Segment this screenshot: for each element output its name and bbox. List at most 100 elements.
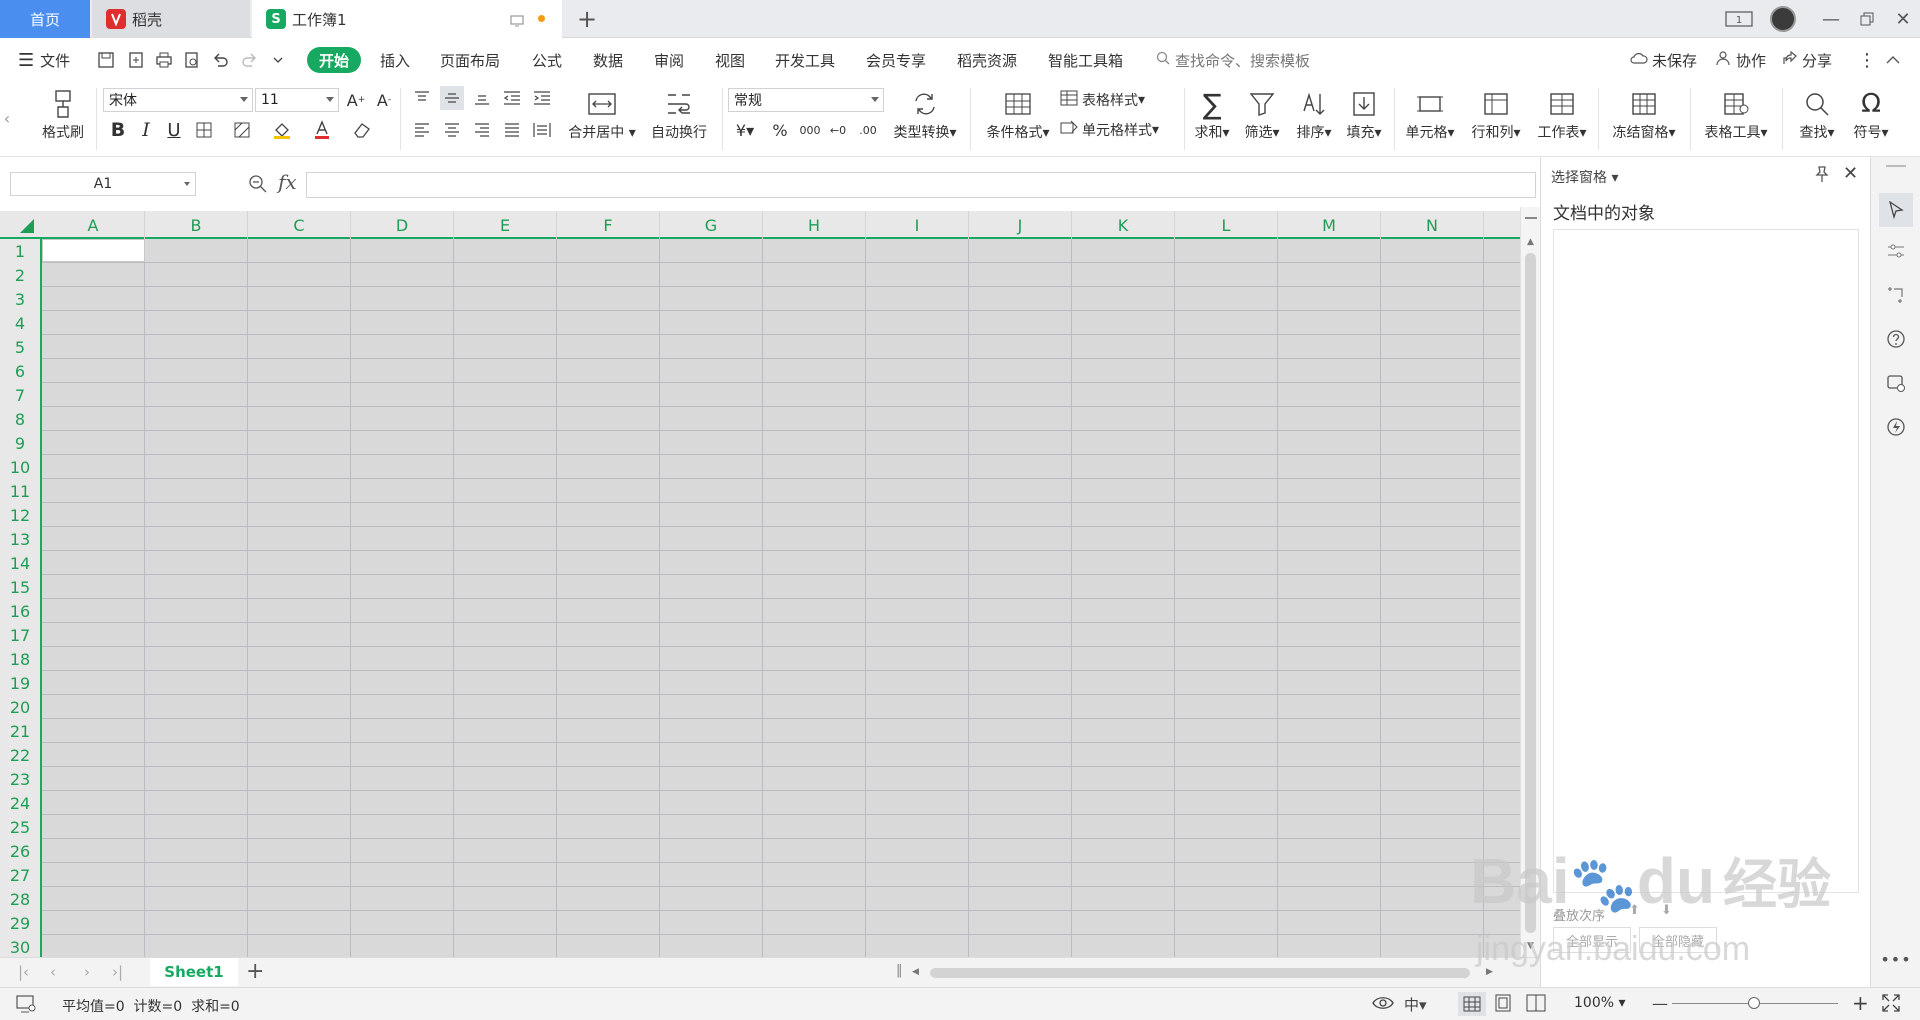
- print-preview-icon[interactable]: [180, 48, 204, 72]
- select-all-corner[interactable]: [0, 211, 42, 239]
- row-header-14[interactable]: 14: [0, 551, 40, 575]
- selection-pane-title[interactable]: 选择窗格 ▾: [1551, 167, 1618, 187]
- currency-icon[interactable]: ¥▾: [730, 118, 760, 142]
- row-header-2[interactable]: 2: [0, 263, 40, 287]
- fullscreen-icon[interactable]: [1882, 994, 1900, 1016]
- font-name-select[interactable]: 宋体: [103, 88, 253, 112]
- layout-switch-icon[interactable]: 1: [1722, 0, 1756, 38]
- normal-view-icon[interactable]: [1458, 992, 1486, 1016]
- column-header-e[interactable]: E: [454, 211, 557, 239]
- minimize-icon[interactable]: —: [1816, 0, 1846, 38]
- page-layout-view-icon[interactable]: [1494, 994, 1512, 1016]
- table-style-button[interactable]: 表格样式 ▾: [1060, 88, 1180, 112]
- scroll-down-icon[interactable]: ▼: [1527, 941, 1534, 951]
- command-search[interactable]: 查找命令、搜索模板: [1156, 38, 1310, 82]
- column-header-f[interactable]: F: [557, 211, 660, 239]
- font-size-select[interactable]: 11: [255, 88, 339, 112]
- row-col-button[interactable]: 行和列▾: [1466, 86, 1526, 142]
- fill-color-icon[interactable]: [270, 118, 294, 142]
- vertical-scrollbar[interactable]: ▲ ▼: [1520, 207, 1540, 957]
- eye-protection-icon[interactable]: [1372, 994, 1394, 1016]
- column-header-i[interactable]: I: [866, 211, 969, 239]
- row-header-7[interactable]: 7: [0, 383, 40, 407]
- zoom-in-icon[interactable]: +: [1852, 991, 1869, 1015]
- properties-icon[interactable]: [1884, 239, 1908, 263]
- find-button[interactable]: 查找▾: [1792, 86, 1842, 142]
- sort-button[interactable]: 排序▾: [1292, 86, 1336, 142]
- clear-format-icon[interactable]: [350, 118, 374, 142]
- justify-icon[interactable]: [500, 118, 524, 142]
- row-header-19[interactable]: 19: [0, 671, 40, 695]
- zoom-slider-thumb[interactable]: [1748, 997, 1760, 1009]
- align-right-icon[interactable]: [470, 118, 494, 142]
- font-color-icon[interactable]: [310, 118, 334, 142]
- row-header-26[interactable]: 26: [0, 839, 40, 863]
- row-header-5[interactable]: 5: [0, 335, 40, 359]
- tab-workbook[interactable]: S 工作簿1: [252, 0, 562, 38]
- fx-icon[interactable]: fx: [278, 170, 297, 194]
- row-header-22[interactable]: 22: [0, 743, 40, 767]
- increase-decimal-icon[interactable]: ←0: [826, 118, 850, 142]
- align-center-icon[interactable]: [440, 118, 464, 142]
- worksheet-button[interactable]: 工作表▾: [1532, 86, 1592, 142]
- horizontal-scroll-thumb[interactable]: [930, 968, 1470, 978]
- align-top-icon[interactable]: [410, 86, 434, 110]
- tab-home[interactable]: 首页: [0, 0, 90, 38]
- cell-button[interactable]: 单元格▾: [1400, 86, 1460, 142]
- export-icon[interactable]: [124, 48, 148, 72]
- align-middle-icon[interactable]: [440, 86, 464, 110]
- macro-record-icon[interactable]: [16, 995, 36, 1017]
- column-header-d[interactable]: D: [351, 211, 454, 239]
- close-window-icon[interactable]: ✕: [1888, 0, 1918, 38]
- row-header-12[interactable]: 12: [0, 503, 40, 527]
- align-left-icon[interactable]: [410, 118, 434, 142]
- format-painter-button[interactable]: 格式刷: [38, 86, 88, 142]
- redo-icon[interactable]: [238, 48, 262, 72]
- formula-input[interactable]: [306, 172, 1536, 198]
- zoom-out-icon[interactable]: —: [1652, 994, 1668, 1013]
- h-split-handle-icon[interactable]: ‖: [896, 963, 903, 978]
- auto-wrap-button[interactable]: 自动换行: [644, 86, 714, 142]
- tab-docer[interactable]: 稻壳: [92, 0, 250, 38]
- show-all-button[interactable]: 全部显示: [1553, 927, 1631, 953]
- tab-smart-toolbox[interactable]: 智能工具箱: [1048, 38, 1123, 82]
- row-header-21[interactable]: 21: [0, 719, 40, 743]
- symbol-button[interactable]: Ω 符号▾: [1846, 86, 1896, 142]
- row-header-28[interactable]: 28: [0, 887, 40, 911]
- column-header-n[interactable]: N: [1381, 211, 1484, 239]
- zoom-formula-icon[interactable]: [248, 174, 268, 198]
- column-header-c[interactable]: C: [248, 211, 351, 239]
- row-header-4[interactable]: 4: [0, 311, 40, 335]
- ribbon-scroll-left-icon[interactable]: ‹: [0, 106, 14, 130]
- collapse-ribbon-icon[interactable]: [1886, 38, 1900, 82]
- row-header-30[interactable]: 30: [0, 935, 40, 959]
- row-header-17[interactable]: 17: [0, 623, 40, 647]
- name-box[interactable]: A1: [10, 172, 196, 196]
- column-header-g[interactable]: G: [660, 211, 763, 239]
- monitor-icon[interactable]: [510, 13, 524, 31]
- row-header-6[interactable]: 6: [0, 359, 40, 383]
- row-header-20[interactable]: 20: [0, 695, 40, 719]
- merge-center-button[interactable]: 合并居中 ▾: [562, 86, 642, 142]
- tab-review[interactable]: 审阅: [654, 38, 684, 82]
- scroll-left-icon[interactable]: ◀: [912, 967, 919, 977]
- cell-fill-pattern-icon[interactable]: [230, 118, 254, 142]
- zoom-slider[interactable]: [1672, 997, 1838, 1009]
- undo-icon[interactable]: [208, 48, 232, 72]
- last-sheet-icon[interactable]: ›|: [112, 963, 123, 981]
- row-header-25[interactable]: 25: [0, 815, 40, 839]
- add-sheet-button[interactable]: +: [246, 959, 264, 984]
- bold-icon[interactable]: B: [106, 118, 130, 142]
- column-header-h[interactable]: H: [763, 211, 866, 239]
- save-icon[interactable]: [94, 48, 118, 72]
- tab-member[interactable]: 会员专享: [866, 38, 926, 82]
- lightning-icon[interactable]: [1884, 415, 1908, 439]
- increase-indent-icon[interactable]: [530, 86, 554, 110]
- strip-more-icon[interactable]: •••: [1880, 947, 1910, 971]
- row-header-29[interactable]: 29: [0, 911, 40, 935]
- tab-data[interactable]: 数据: [593, 38, 623, 82]
- row-header-8[interactable]: 8: [0, 407, 40, 431]
- move-down-icon[interactable]: ⬇: [1661, 903, 1672, 918]
- first-sheet-icon[interactable]: |‹: [18, 963, 29, 981]
- name-box-dropdown-icon[interactable]: [184, 182, 190, 186]
